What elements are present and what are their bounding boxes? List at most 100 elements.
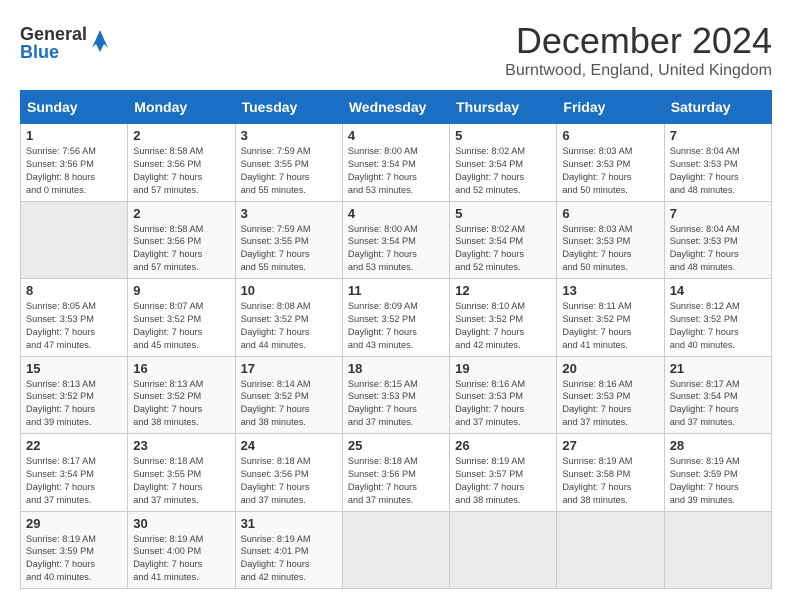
table-row: 28Sunrise: 8:19 AMSunset: 3:59 PMDayligh… [664,434,771,512]
empty-cell [342,511,449,589]
day-info: Sunrise: 8:19 AMSunset: 3:59 PMDaylight:… [26,533,122,585]
calendar-week-row: 2 Sunrise: 8:58 AMSunset: 3:56 PMDaylight… [21,201,772,279]
table-row: 22 Sunrise: 8:17 AMSunset: 3:54 PMDayligh… [21,434,128,512]
day-number: 5 [455,128,551,143]
day-number: 14 [670,283,766,298]
logo-icon: General Blue [20,20,110,64]
page-subtitle: Burntwood, England, United Kingdom [505,62,772,80]
table-row: 8Sunrise: 8:05 AMSunset: 3:53 PMDaylight… [21,279,128,357]
empty-cell [450,511,557,589]
table-row: 4 Sunrise: 8:00 AMSunset: 3:54 PMDaylight… [342,124,449,202]
calendar-week-row: 1Sunrise: 7:56 AMSunset: 3:56 PMDaylight… [21,124,772,202]
day-info: Sunrise: 8:13 AMSunset: 3:52 PMDaylight:… [26,378,122,430]
calendar-week-row: 29 Sunrise: 8:19 AMSunset: 3:59 PMDayligh… [21,511,772,589]
day-number: 3 [241,206,337,221]
day-number: 21 [670,361,766,376]
day-info: Sunrise: 8:00 AMSunset: 3:54 PMDaylight:… [348,145,444,197]
day-number: 29 [26,516,122,531]
col-wednesday: Wednesday [342,91,449,124]
day-number: 25 [348,438,444,453]
day-number: 12 [455,283,551,298]
title-area: December 2024 Burntwood, England, United… [505,20,772,80]
table-row: 2Sunrise: 8:58 AMSunset: 3:56 PMDaylight… [128,124,235,202]
day-info: Sunrise: 8:19 AMSunset: 3:57 PMDaylight:… [455,455,551,507]
svg-text:Blue: Blue [20,42,59,62]
table-row: 4 Sunrise: 8:00 AMSunset: 3:54 PMDaylight… [342,201,449,279]
day-number: 1 [26,128,122,143]
table-row: 9 Sunrise: 8:07 AMSunset: 3:52 PMDaylight… [128,279,235,357]
table-row: 14Sunrise: 8:12 AMSunset: 3:52 PMDayligh… [664,279,771,357]
table-row: 19Sunrise: 8:16 AMSunset: 3:53 PMDayligh… [450,356,557,434]
table-row: 29 Sunrise: 8:19 AMSunset: 3:59 PMDayligh… [21,511,128,589]
table-row: 27Sunrise: 8:19 AMSunset: 3:58 PMDayligh… [557,434,664,512]
calendar-header-row: Sunday Monday Tuesday Wednesday Thursday… [21,91,772,124]
day-number: 9 [133,283,229,298]
day-info: Sunrise: 8:13 AMSunset: 3:52 PMDaylight:… [133,378,229,430]
day-number: 23 [133,438,229,453]
table-row: 7Sunrise: 8:04 AMSunset: 3:53 PMDaylight… [664,201,771,279]
day-number: 4 [348,206,444,221]
col-tuesday: Tuesday [235,91,342,124]
col-saturday: Saturday [664,91,771,124]
day-info: Sunrise: 8:02 AMSunset: 3:54 PMDaylight:… [455,145,551,197]
table-row: 20Sunrise: 8:16 AMSunset: 3:53 PMDayligh… [557,356,664,434]
empty-cell [557,511,664,589]
calendar-week-row: 22 Sunrise: 8:17 AMSunset: 3:54 PMDayligh… [21,434,772,512]
table-row: 17Sunrise: 8:14 AMSunset: 3:52 PMDayligh… [235,356,342,434]
day-number: 17 [241,361,337,376]
col-sunday: Sunday [21,91,128,124]
day-info: Sunrise: 8:02 AMSunset: 3:54 PMDaylight:… [455,223,551,275]
day-info: Sunrise: 8:04 AMSunset: 3:53 PMDaylight:… [670,145,766,197]
table-row: 3Sunrise: 7:59 AMSunset: 3:55 PMDaylight… [235,201,342,279]
table-row: 18 Sunrise: 8:15 AMSunset: 3:53 PMDayligh… [342,356,449,434]
table-row: 1Sunrise: 7:56 AMSunset: 3:56 PMDaylight… [21,124,128,202]
day-info: Sunrise: 8:16 AMSunset: 3:53 PMDaylight:… [562,378,658,430]
day-info: Sunrise: 8:15 AMSunset: 3:53 PMDaylight:… [348,378,444,430]
table-row: 12 Sunrise: 8:10 AMSunset: 3:52 PMDayligh… [450,279,557,357]
day-info: Sunrise: 8:07 AMSunset: 3:52 PMDaylight:… [133,300,229,352]
day-info: Sunrise: 8:04 AMSunset: 3:53 PMDaylight:… [670,223,766,275]
day-number: 15 [26,361,122,376]
day-number: 4 [348,128,444,143]
day-number: 24 [241,438,337,453]
day-info: Sunrise: 8:03 AMSunset: 3:53 PMDaylight:… [562,145,658,197]
day-number: 2 [133,206,229,221]
table-row: 6Sunrise: 8:03 AMSunset: 3:53 PMDaylight… [557,201,664,279]
day-number: 8 [26,283,122,298]
table-row: 23 Sunrise: 8:18 AMSunset: 3:55 PMDayligh… [128,434,235,512]
day-number: 22 [26,438,122,453]
day-info: Sunrise: 8:19 AMSunset: 4:01 PMDaylight:… [241,533,337,585]
table-row: 21Sunrise: 8:17 AMSunset: 3:54 PMDayligh… [664,356,771,434]
table-row: 25 Sunrise: 8:18 AMSunset: 3:56 PMDayligh… [342,434,449,512]
day-number: 18 [348,361,444,376]
day-info: Sunrise: 8:11 AMSunset: 3:52 PMDaylight:… [562,300,658,352]
day-info: Sunrise: 8:00 AMSunset: 3:54 PMDaylight:… [348,223,444,275]
page-title: December 2024 [505,20,772,62]
svg-text:General: General [20,24,87,44]
day-number: 16 [133,361,229,376]
day-info: Sunrise: 8:10 AMSunset: 3:52 PMDaylight:… [455,300,551,352]
table-row: 6Sunrise: 8:03 AMSunset: 3:53 PMDaylight… [557,124,664,202]
day-info: Sunrise: 8:18 AMSunset: 3:56 PMDaylight:… [348,455,444,507]
day-number: 7 [670,128,766,143]
day-number: 30 [133,516,229,531]
day-info: Sunrise: 8:58 AMSunset: 3:56 PMDaylight:… [133,145,229,197]
table-row: 16 Sunrise: 8:13 AMSunset: 3:52 PMDayligh… [128,356,235,434]
table-row: 30Sunrise: 8:19 AMSunset: 4:00 PMDayligh… [128,511,235,589]
table-row: 3Sunrise: 7:59 AMSunset: 3:55 PMDaylight… [235,124,342,202]
calendar-week-row: 15 Sunrise: 8:13 AMSunset: 3:52 PMDayligh… [21,356,772,434]
day-info: Sunrise: 8:17 AMSunset: 3:54 PMDaylight:… [26,455,122,507]
table-row: 5 Sunrise: 8:02 AMSunset: 3:54 PMDaylight… [450,124,557,202]
day-info: Sunrise: 8:18 AMSunset: 3:55 PMDaylight:… [133,455,229,507]
empty-cell [664,511,771,589]
table-row: 5Sunrise: 8:02 AMSunset: 3:54 PMDaylight… [450,201,557,279]
day-info: Sunrise: 8:18 AMSunset: 3:56 PMDaylight:… [241,455,337,507]
col-friday: Friday [557,91,664,124]
day-number: 26 [455,438,551,453]
calendar-table: Sunday Monday Tuesday Wednesday Thursday… [20,90,772,589]
day-info: Sunrise: 8:09 AMSunset: 3:52 PMDaylight:… [348,300,444,352]
day-info: Sunrise: 8:58 AMSunset: 3:56 PMDaylight:… [133,223,229,275]
col-thursday: Thursday [450,91,557,124]
col-monday: Monday [128,91,235,124]
table-row: 31Sunrise: 8:19 AMSunset: 4:01 PMDayligh… [235,511,342,589]
